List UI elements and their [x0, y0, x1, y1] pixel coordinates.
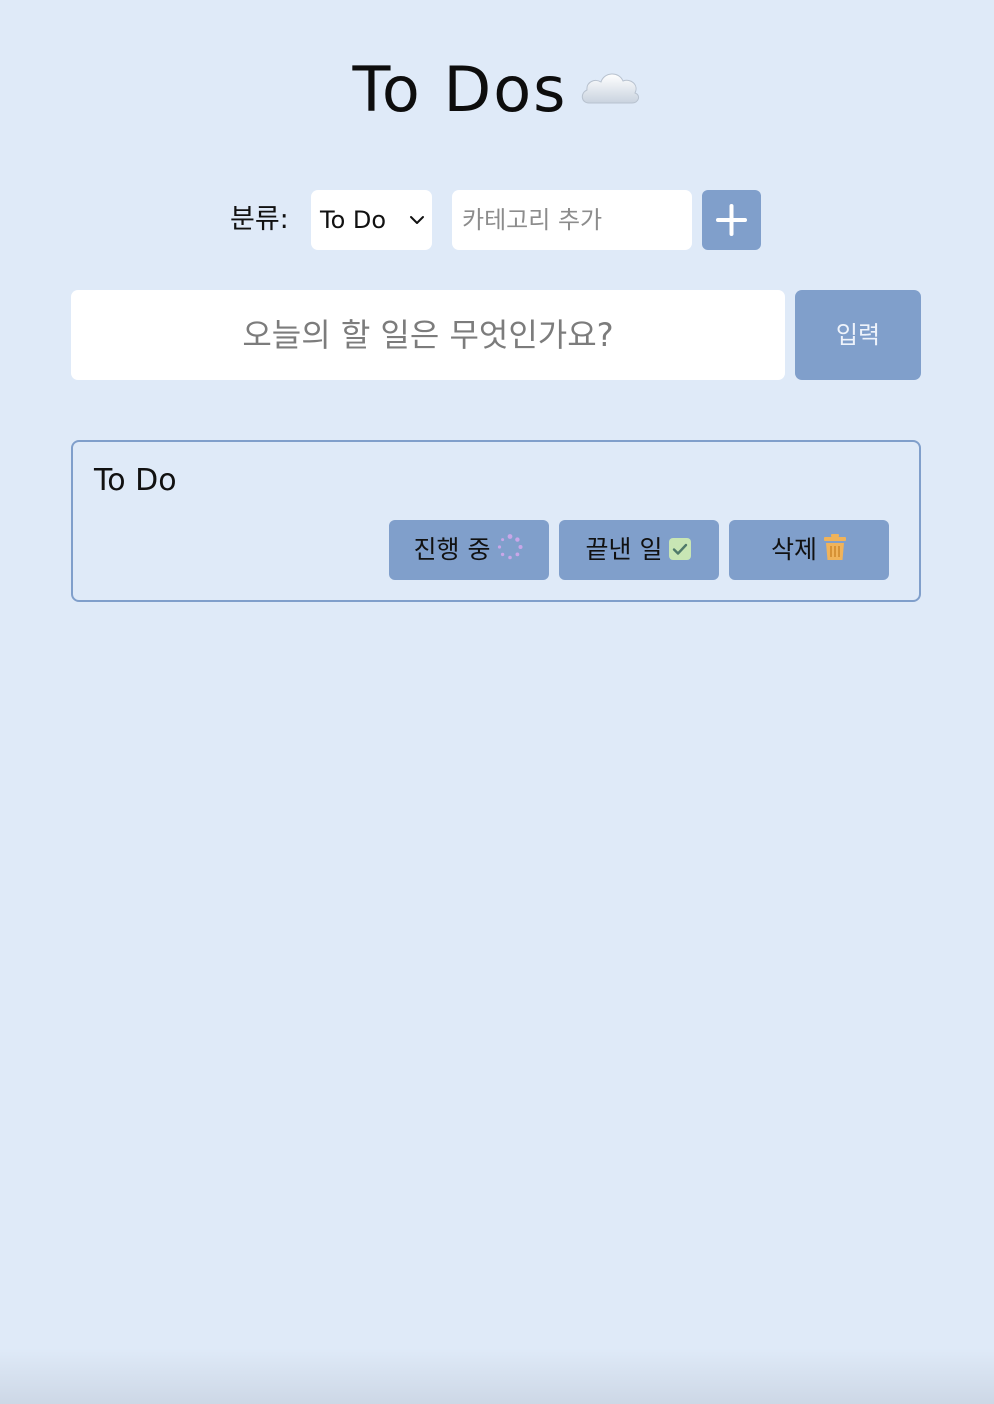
mark-doing-button[interactable]: 진행 중: [389, 520, 549, 580]
submit-button[interactable]: 입력: [795, 290, 921, 380]
bottom-shadow: [0, 1348, 994, 1404]
todo-item: To Do 진행 중 끝낸 일 삭제: [71, 440, 921, 602]
trash-icon: [823, 523, 847, 583]
category-select[interactable]: To Do: [311, 190, 432, 250]
page-header: To Dos: [0, 52, 994, 128]
mark-done-button[interactable]: 끝낸 일: [559, 520, 719, 580]
todo-input[interactable]: [71, 290, 785, 380]
chevron-down-icon: [410, 216, 424, 224]
add-category-button[interactable]: [702, 190, 761, 250]
plus-icon: [716, 204, 747, 236]
page-title: To Dos: [352, 53, 568, 126]
todo-form: 입력: [71, 290, 921, 380]
category-bar: 분류: To Do: [0, 190, 994, 250]
new-category-input[interactable]: [452, 190, 692, 250]
mark-doing-label: 진행 중: [413, 535, 491, 564]
mark-done-label: 끝낸 일: [585, 535, 663, 564]
todo-item-text: To Do: [94, 463, 177, 498]
category-label: 분류:: [230, 204, 289, 235]
delete-label: 삭제: [770, 535, 817, 564]
cloud-icon: [579, 67, 641, 107]
check-box-icon: [668, 523, 692, 583]
spinner-icon: [496, 523, 524, 583]
delete-button[interactable]: 삭제: [729, 520, 889, 580]
category-select-value: To Do: [320, 206, 387, 234]
